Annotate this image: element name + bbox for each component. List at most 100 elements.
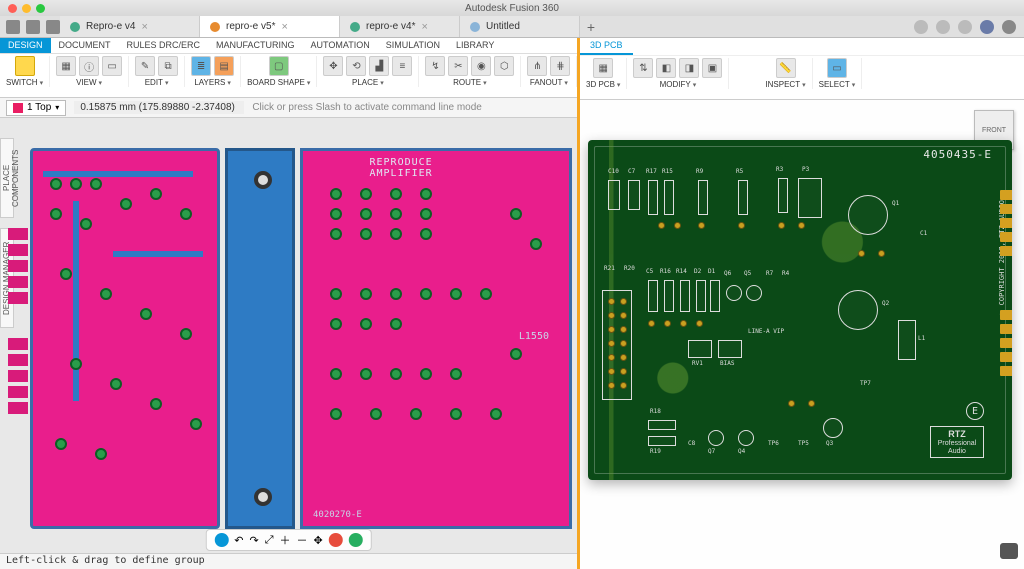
align-icon[interactable]: ≡	[392, 56, 412, 76]
ref-r19: R19	[650, 448, 661, 455]
gold-finger	[1000, 190, 1012, 200]
menu-rules[interactable]: RULES DRC/ERC	[119, 38, 209, 53]
minimize-window-button[interactable]	[22, 4, 31, 13]
menu-manufacturing[interactable]: MANUFACTURING	[208, 38, 303, 53]
command-line-hint[interactable]: Click or press Slash to activate command…	[252, 102, 571, 113]
nav-info-icon[interactable]	[214, 533, 228, 547]
silk-res	[778, 178, 788, 213]
undo-icon[interactable]: ↶	[234, 534, 243, 547]
layers-label[interactable]: LAYERS	[194, 78, 231, 87]
save-icon[interactable]	[46, 20, 60, 34]
user-avatar[interactable]	[980, 20, 994, 34]
modify3-icon[interactable]: ▣	[702, 58, 722, 78]
job-status-icon[interactable]	[958, 20, 972, 34]
ref-r14: R14	[676, 268, 687, 275]
tab-repro-e-v4[interactable]: Repro-e v4 ×	[60, 16, 200, 37]
menu-automation[interactable]: AUTOMATION	[303, 38, 378, 53]
switch-icon[interactable]	[15, 56, 35, 76]
help-icon[interactable]	[1002, 20, 1016, 34]
tab-repro-e-v5[interactable]: repro-e v5* ×	[200, 16, 340, 37]
route-icon[interactable]: ↯	[425, 56, 445, 76]
menu-design[interactable]: DESIGN	[0, 38, 51, 53]
design-icon	[470, 22, 480, 32]
file-menu-icon[interactable]	[26, 20, 40, 34]
sheet-icon[interactable]: ▭	[102, 56, 122, 76]
select-label[interactable]: SELECT	[819, 80, 856, 89]
zoom-in-icon[interactable]: ＋	[280, 532, 291, 548]
pcb-icon	[70, 22, 80, 32]
redo-icon[interactable]: ↷	[249, 534, 258, 547]
board-shape-icon[interactable]: ▢	[269, 56, 289, 76]
fanout-label[interactable]: FANOUT	[530, 78, 568, 87]
silk-pot	[718, 340, 742, 358]
extensions-icon[interactable]	[914, 20, 928, 34]
silk-cap	[628, 180, 640, 210]
side-tab-place-components[interactable]: PLACE COMPONENTS	[0, 138, 14, 218]
zoom-window-button[interactable]	[36, 4, 45, 13]
notifications-icon[interactable]	[936, 20, 950, 34]
3d-pcb-icon[interactable]: ▦	[593, 58, 613, 78]
view-label[interactable]: VIEW	[76, 78, 102, 87]
fanout-icon[interactable]: ⋔	[527, 56, 547, 76]
stop-icon[interactable]	[329, 533, 343, 547]
comments-icon[interactable]	[1000, 543, 1018, 559]
inspect-label[interactable]: INSPECT	[765, 80, 805, 89]
edge-pad	[8, 338, 28, 350]
ref-q7: Q7	[708, 448, 715, 455]
modify-label[interactable]: MODIFY	[660, 80, 697, 89]
3d-pcb-label[interactable]: 3D PCB	[586, 80, 620, 89]
edit-label[interactable]: EDIT	[145, 78, 169, 87]
modify1-icon[interactable]: ◧	[656, 58, 676, 78]
close-icon[interactable]: ×	[421, 21, 427, 33]
ref-r3: R3	[776, 166, 783, 173]
rotate-icon[interactable]: ⟲	[346, 56, 366, 76]
ref-r15: R15	[662, 168, 673, 175]
pan-icon[interactable]: ✥	[314, 534, 323, 547]
layers-icon[interactable]: ≣	[191, 56, 211, 76]
mirror-icon[interactable]: ▟	[369, 56, 389, 76]
info-icon[interactable]: ⓘ	[79, 56, 99, 76]
gold-finger	[1000, 310, 1012, 320]
modify2-icon[interactable]: ◨	[679, 58, 699, 78]
close-icon[interactable]: ×	[281, 21, 287, 33]
close-window-button[interactable]	[8, 4, 17, 13]
pcb-2d-canvas[interactable]: PLACE COMPONENTS DESIGN MANAGER	[0, 118, 577, 569]
ref-q2: Q2	[882, 300, 889, 307]
push-icon[interactable]: ⇅	[633, 58, 653, 78]
pcb-3d-canvas[interactable]: FRONT 4050435-E © COPYRIGHT 2017, RTZ AU…	[580, 100, 1024, 569]
zoom-out-icon[interactable]: －	[297, 532, 308, 548]
new-tab-button[interactable]: +	[580, 16, 602, 37]
copy-icon[interactable]: ⧉	[158, 56, 178, 76]
close-icon[interactable]: ×	[141, 21, 147, 33]
switch-label[interactable]: SWITCH	[6, 78, 43, 87]
tab-repro-e-v4-3d[interactable]: repro-e v4* ×	[340, 16, 460, 37]
silk-transistor	[838, 290, 878, 330]
go-icon[interactable]	[349, 533, 363, 547]
select-icon[interactable]: ▭	[827, 58, 847, 78]
menu-library[interactable]: LIBRARY	[448, 38, 502, 53]
board-shape-label[interactable]: BOARD SHAPE	[247, 78, 310, 87]
zoom-fit-icon[interactable]: ⤢	[265, 534, 274, 547]
tab-3d-pcb[interactable]: 3D PCB	[580, 38, 633, 55]
edit-icon[interactable]: ✎	[135, 56, 155, 76]
ref-q6: Q6	[724, 270, 731, 277]
via-icon[interactable]: ◉	[471, 56, 491, 76]
logo-line1: RTZ	[948, 429, 966, 439]
data-panel-icon[interactable]	[6, 20, 20, 34]
menu-simulation[interactable]: SIMULATION	[378, 38, 448, 53]
move-icon[interactable]: ✥	[323, 56, 343, 76]
place-label[interactable]: PLACE	[352, 78, 384, 87]
menu-document[interactable]: DOCUMENT	[51, 38, 119, 53]
fanout2-icon[interactable]: ⋕	[550, 56, 570, 76]
tab-untitled[interactable]: Untitled	[460, 16, 580, 37]
silk-res	[738, 180, 748, 215]
ripup-icon[interactable]: ✂	[448, 56, 468, 76]
coordinates-readout: 0.15875 mm (175.89880 -2.37408)	[74, 101, 244, 114]
layer-stack-icon[interactable]: ▤	[214, 56, 234, 76]
inspect-icon[interactable]: 📏	[776, 58, 796, 78]
polygon-icon[interactable]: ⬡	[494, 56, 514, 76]
route-label[interactable]: ROUTE	[453, 78, 487, 87]
grid-icon[interactable]: ▦	[56, 56, 76, 76]
chip-label: L1550	[519, 331, 549, 342]
layer-selector[interactable]: 1 Top ▾	[6, 100, 66, 116]
